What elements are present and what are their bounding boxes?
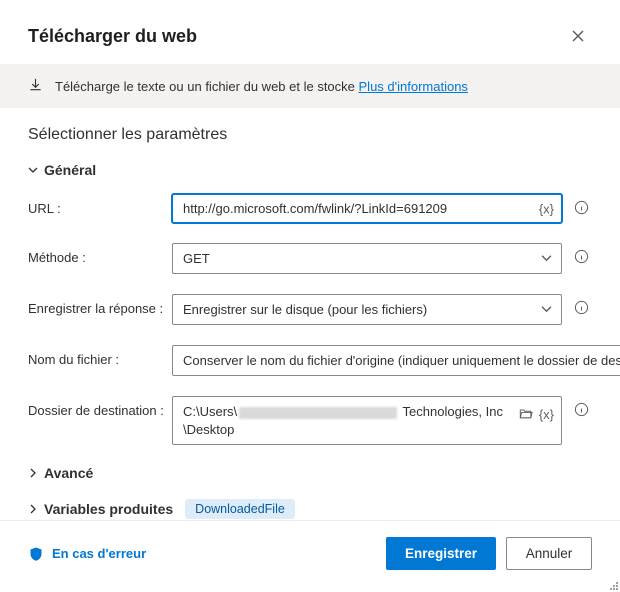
shield-icon — [28, 546, 44, 562]
folder-open-icon — [519, 406, 533, 420]
browse-folder-button[interactable] — [519, 406, 533, 423]
url-input[interactable] — [172, 194, 562, 223]
info-text: Télécharge le texte ou un fichier du web… — [55, 79, 468, 94]
dest-folder-input[interactable]: C:\Users\ Technologies, Inc\Desktop — [172, 396, 562, 445]
download-from-web-dialog: Télécharger du web Télécharge le texte o… — [0, 0, 620, 592]
chevron-right-icon — [28, 468, 38, 478]
info-icon — [574, 200, 589, 215]
on-error-label: En cas d'erreur — [52, 546, 146, 561]
row-url: URL : {x} — [28, 194, 592, 223]
row-save-response: Enregistrer la réponse : Enregistrer sur… — [28, 294, 592, 325]
save-button[interactable]: Enregistrer — [386, 537, 496, 570]
download-icon — [28, 77, 43, 95]
footer-buttons: Enregistrer Annuler — [386, 537, 592, 570]
section-title: Sélectionner les paramètres — [28, 126, 592, 144]
dialog-content: Sélectionner les paramètres Général URL … — [0, 108, 620, 520]
info-url[interactable] — [570, 194, 592, 215]
info-text-label: Télécharge le texte ou un fichier du web… — [55, 79, 359, 94]
label-method: Méthode : — [28, 243, 164, 265]
dialog-title: Télécharger du web — [28, 26, 197, 47]
chevron-down-icon — [541, 302, 552, 317]
method-value: GET — [183, 251, 210, 266]
label-save-response: Enregistrer la réponse : — [28, 294, 164, 316]
more-info-link[interactable]: Plus d'informations — [359, 79, 468, 94]
variables-produced-label: Variables produites — [44, 501, 173, 517]
row-variables-produced: Variables produites DownloadedFile — [28, 499, 592, 519]
save-response-select[interactable]: Enregistrer sur le disque (pour les fich… — [172, 294, 562, 325]
insert-variable-button[interactable]: {x} — [539, 201, 554, 216]
row-filename: Nom du fichier : Conserver le nom du fic… — [28, 345, 592, 376]
info-dest-folder[interactable] — [570, 396, 592, 417]
insert-variable-button[interactable]: {x} — [539, 407, 554, 422]
variable-pill-downloadedfile[interactable]: DownloadedFile — [185, 499, 295, 519]
label-dest-folder: Dossier de destination : — [28, 396, 164, 418]
label-url: URL : — [28, 194, 164, 216]
info-save-response[interactable] — [570, 294, 592, 315]
row-dest-folder: Dossier de destination : C:\Users\ Techn… — [28, 396, 592, 445]
cancel-button[interactable]: Annuler — [506, 537, 592, 570]
resize-grip[interactable] — [610, 582, 618, 590]
info-icon — [574, 249, 589, 264]
dest-folder-prefix: C:\Users\ — [183, 404, 237, 419]
close-icon — [572, 30, 584, 42]
method-select[interactable]: GET — [172, 243, 562, 274]
info-icon — [574, 300, 589, 315]
dialog-footer: En cas d'erreur Enregistrer Annuler — [0, 520, 620, 592]
variables-produced-header[interactable]: Variables produites — [28, 501, 173, 517]
filename-value: Conserver le nom du fichier d'origine (i… — [183, 353, 620, 368]
save-response-value: Enregistrer sur le disque (pour les fich… — [183, 302, 427, 317]
label-filename: Nom du fichier : — [28, 345, 164, 367]
row-method: Méthode : GET — [28, 243, 592, 274]
group-advanced-label: Avancé — [44, 465, 93, 481]
redacted-text — [239, 407, 397, 419]
group-general-header[interactable]: Général — [28, 162, 592, 178]
group-advanced-header[interactable]: Avancé — [28, 465, 592, 481]
dialog-header: Télécharger du web — [0, 0, 620, 64]
chevron-down-icon — [28, 165, 38, 175]
filename-select[interactable]: Conserver le nom du fichier d'origine (i… — [172, 345, 620, 376]
chevron-down-icon — [541, 251, 552, 266]
info-icon — [574, 402, 589, 417]
close-button[interactable] — [564, 22, 592, 50]
info-bar: Télécharge le texte ou un fichier du web… — [0, 64, 620, 108]
group-general-label: Général — [44, 162, 96, 178]
info-method[interactable] — [570, 243, 592, 264]
on-error-link[interactable]: En cas d'erreur — [28, 546, 146, 562]
chevron-right-icon — [28, 504, 38, 514]
